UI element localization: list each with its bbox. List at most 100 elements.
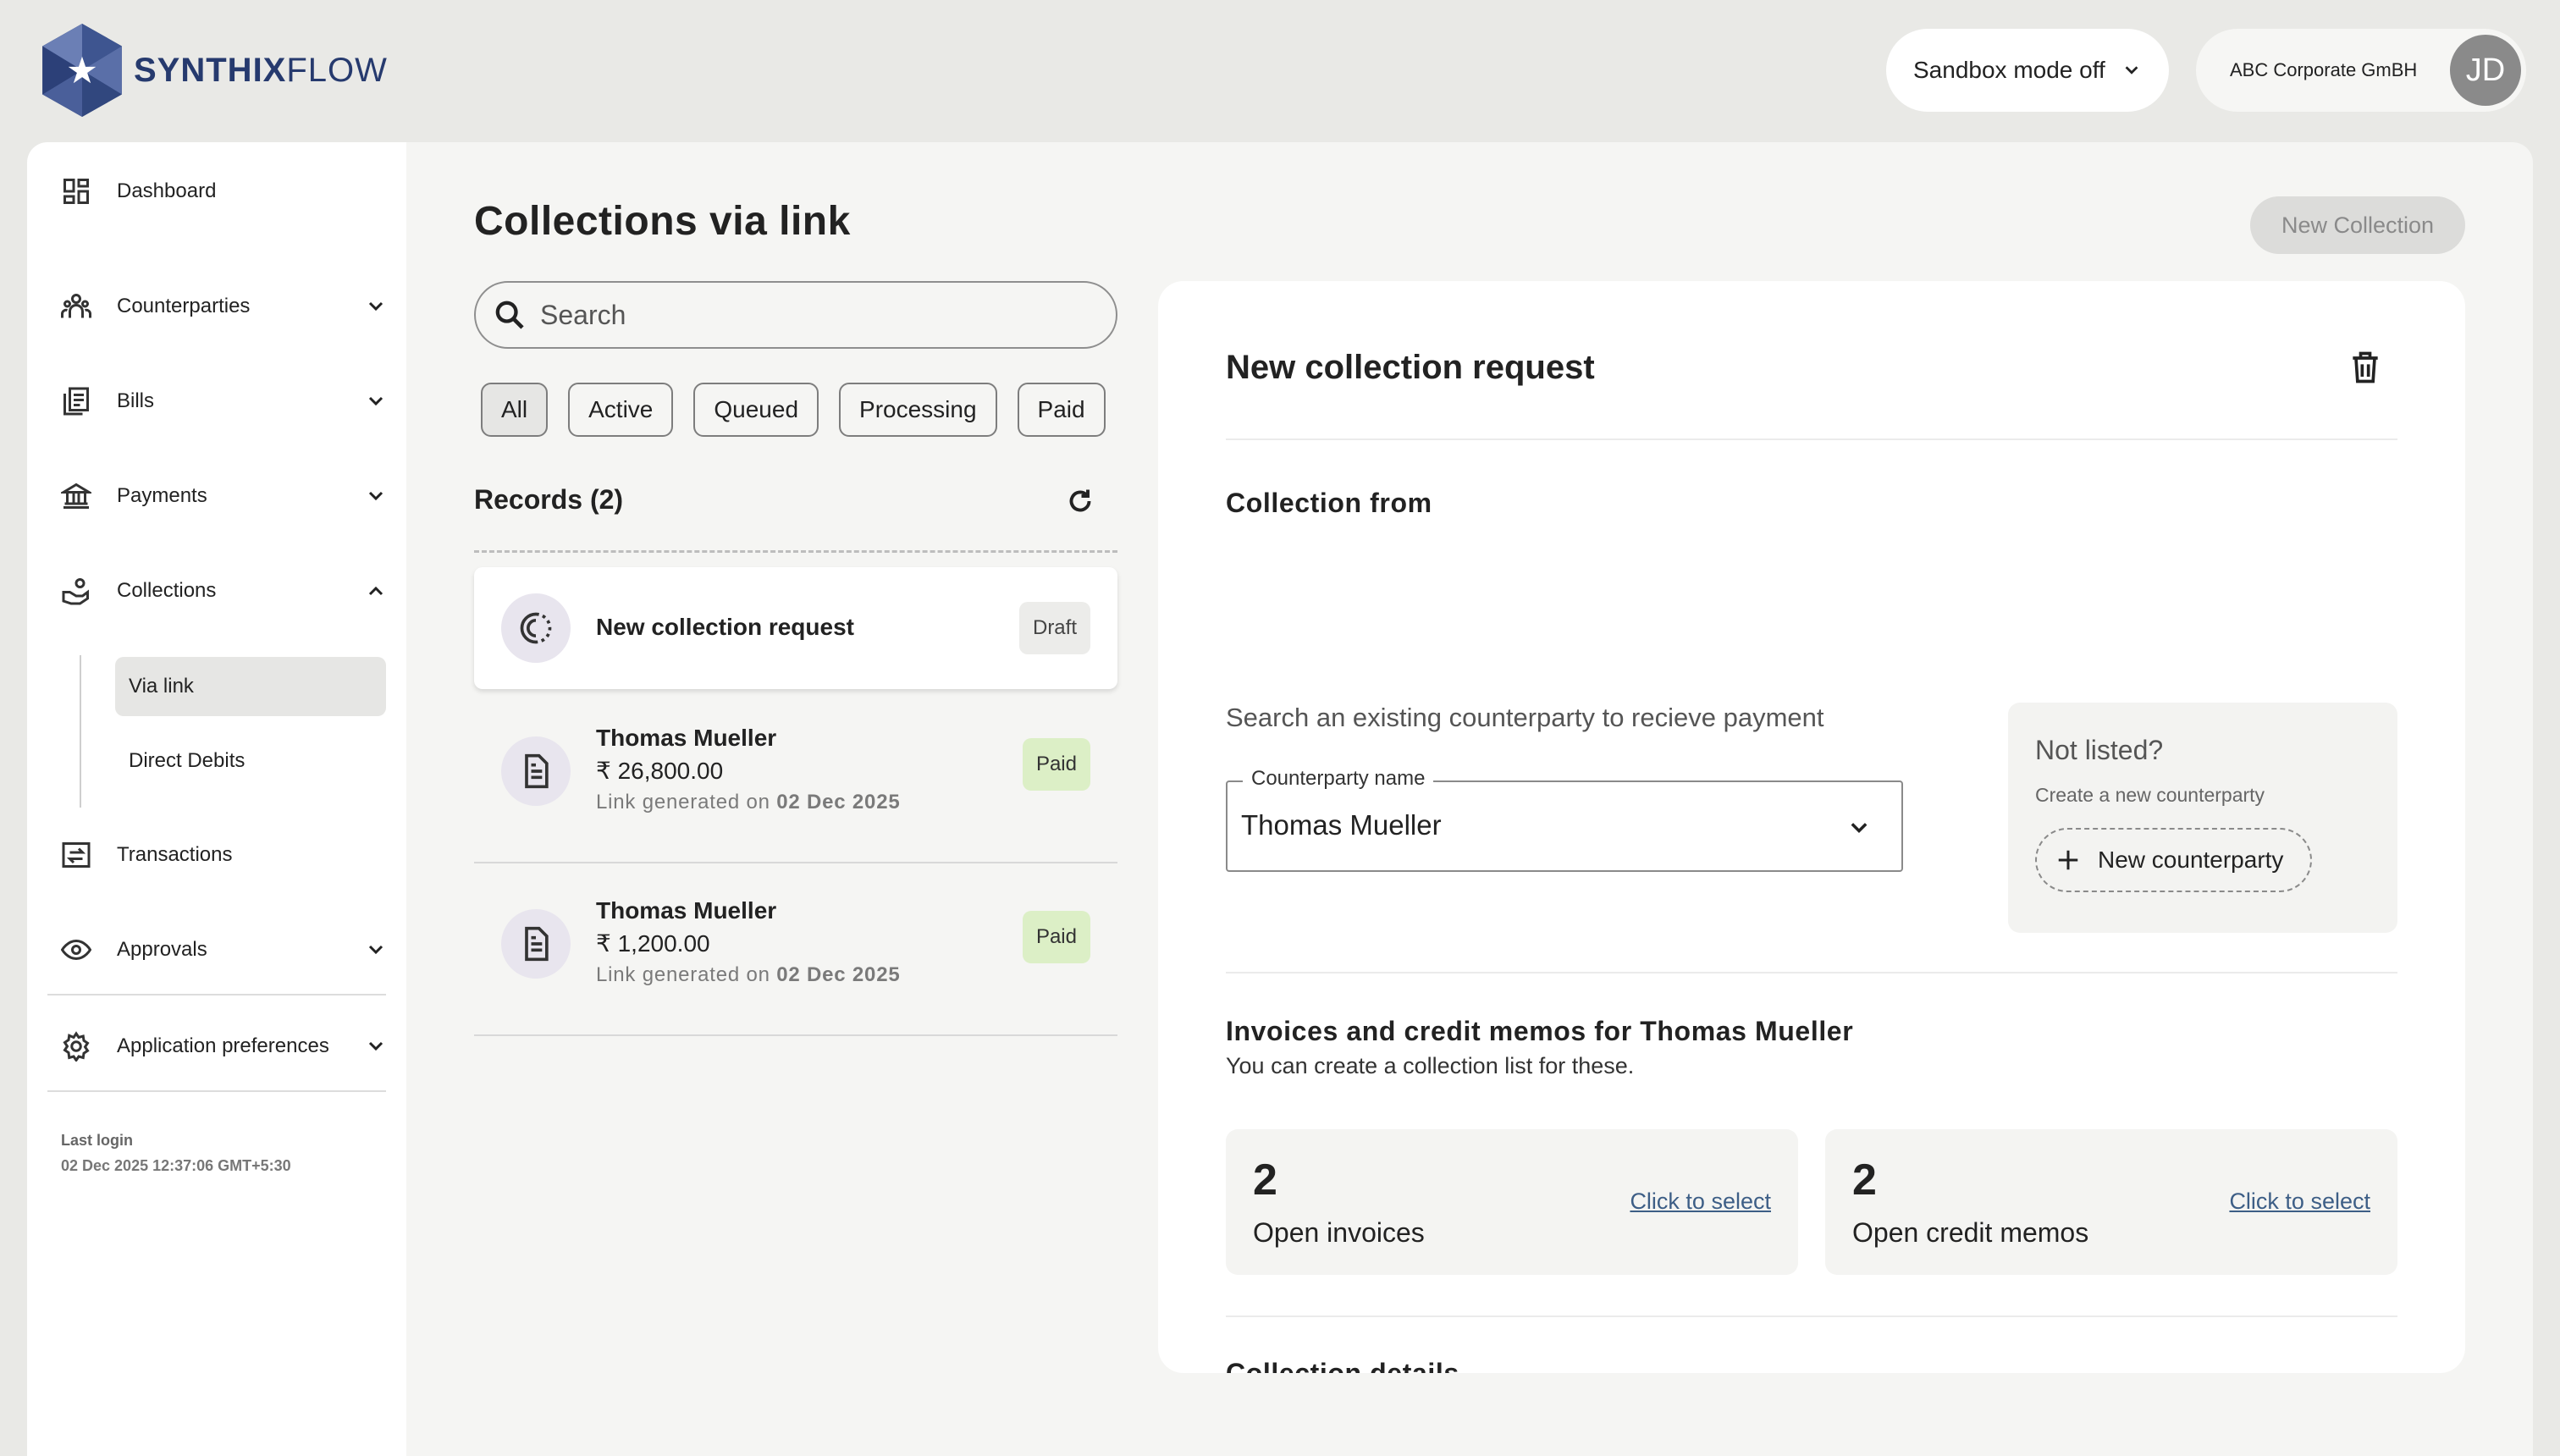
sidebar-item-label: Transactions <box>117 843 233 866</box>
counterparty-field-label: Counterparty name <box>1243 767 1434 791</box>
search-input[interactable] <box>540 299 1082 331</box>
section-divider <box>1226 438 2397 440</box>
select-credit-memos-link[interactable]: Click to select <box>2229 1189 2370 1215</box>
chevron-down-icon <box>368 491 383 501</box>
record-item[interactable]: Thomas Mueller ₹ 1,200.00 Link generated… <box>474 879 1117 1018</box>
record-status-icon <box>501 909 571 979</box>
sidebar-item-label: Counterparties <box>117 295 251 317</box>
chevron-down-icon <box>2125 66 2138 74</box>
sidebar-item-bills[interactable]: Bills <box>61 386 400 416</box>
sidebar-item-application-preferences[interactable]: Application preferences <box>61 1031 400 1062</box>
record-amount: ₹ 26,800.00 <box>596 758 724 784</box>
sandbox-mode-dropdown[interactable]: Sandbox mode off <box>1886 29 2169 112</box>
record-date: Link generated on 02 Dec 2025 <box>596 963 901 986</box>
filter-chip-all[interactable]: All <box>481 383 549 437</box>
refresh-icon[interactable] <box>1065 486 1095 516</box>
counterparty-select[interactable]: Counterparty name Thomas Mueller <box>1226 767 1903 872</box>
chevron-down-icon <box>368 945 383 955</box>
collection-from-title: Collection from <box>1226 488 1432 518</box>
record-amount: ₹ 1,200.00 <box>596 930 710 957</box>
sidebar-item-payments[interactable]: Payments <box>61 481 400 511</box>
chevron-up-icon <box>368 586 383 596</box>
search-icon <box>495 301 524 329</box>
new-collection-form: New collection request Collection from S… <box>1158 281 2465 1373</box>
record-name: Thomas Mueller <box>596 897 777 924</box>
chevron-down-icon <box>368 396 383 406</box>
logo-wordmark: SYNTHIXFLOW <box>134 51 388 89</box>
new-counterparty-label: New counterparty <box>2098 847 2284 873</box>
sidebar-item-label: Dashboard <box>117 179 217 202</box>
sidebar-item-counterparties[interactable]: Counterparties <box>61 291 400 322</box>
filter-chip-paid[interactable]: Paid <box>1017 383 1106 437</box>
record-separator <box>474 862 1117 863</box>
people-icon <box>61 294 91 318</box>
status-filter-chips: All Active Queued Processing Paid <box>481 383 1106 437</box>
search-box[interactable] <box>474 281 1117 349</box>
sidebar-item-label: Collections <box>117 579 217 602</box>
status-badge: Draft <box>1018 602 1090 654</box>
chevron-down-icon <box>368 1041 383 1051</box>
not-listed-subtitle: Create a new counterparty <box>2035 784 2265 806</box>
records-divider <box>474 550 1117 553</box>
chevron-down-icon <box>1851 823 1868 833</box>
new-counterparty-button[interactable]: New counterparty <box>2035 828 2313 892</box>
sandbox-mode-label: Sandbox mode off <box>1913 57 2105 83</box>
draft-progress-icon <box>520 612 552 644</box>
record-name: Thomas Mueller <box>596 725 777 751</box>
invoices-subtitle: You can create a collection list for the… <box>1226 1053 1635 1078</box>
app-logo[interactable]: SYNTHIXFLOW <box>39 22 388 119</box>
select-invoices-link[interactable]: Click to select <box>1630 1189 1771 1215</box>
sidebar-item-approvals[interactable]: Approvals <box>61 935 400 965</box>
document-icon <box>525 753 549 789</box>
sidebar-item-label: Bills <box>117 389 155 412</box>
status-badge: Paid <box>1022 738 1090 791</box>
last-login-label: Last login <box>61 1132 133 1149</box>
record-separator <box>474 1034 1117 1036</box>
record-status-icon <box>501 593 571 663</box>
sidebar-divider <box>47 994 386 995</box>
record-date: Link generated on 02 Dec 2025 <box>596 791 901 813</box>
gear-icon <box>63 1031 90 1062</box>
sidebar-item-dashboard[interactable]: Dashboard <box>61 176 400 207</box>
record-status-icon <box>501 736 571 806</box>
open-invoices-label: Open invoices <box>1253 1217 1425 1248</box>
sidebar-item-label: Application preferences <box>117 1034 329 1057</box>
bills-icon <box>63 387 89 416</box>
trash-icon[interactable] <box>2347 349 2384 386</box>
sidebar-subitem-label: Via link <box>129 675 194 698</box>
filter-chip-queued[interactable]: Queued <box>693 383 819 437</box>
record-item[interactable]: Thomas Mueller ₹ 26,800.00 Link generate… <box>474 706 1117 845</box>
records-title: Records (2) <box>474 484 624 515</box>
eye-icon <box>61 939 91 961</box>
sidebar-subitem-via-link[interactable]: Via link <box>115 657 386 716</box>
not-listed-title: Not listed? <box>2035 735 2164 765</box>
main-panel: Collections via link New Collection All … <box>406 142 2533 1456</box>
sidebar-item-label: Payments <box>117 484 207 507</box>
open-invoices-count: 2 <box>1253 1155 1277 1205</box>
open-credit-memos-tile: 2 Open credit memos Click to select <box>1825 1129 2397 1275</box>
chevron-down-icon <box>368 301 383 312</box>
status-badge: Paid <box>1022 911 1090 963</box>
sidebar-item-collections[interactable]: Collections <box>61 576 400 606</box>
document-icon <box>525 926 549 962</box>
record-item-draft[interactable]: New collection request Draft <box>474 567 1117 689</box>
not-listed-panel: Not listed? Create a new counterparty Ne… <box>2008 703 2397 933</box>
invoices-title: Invoices and credit memos for Thomas Mue… <box>1226 1016 1854 1046</box>
filter-chip-processing[interactable]: Processing <box>839 383 997 437</box>
counterparty-value: Thomas Mueller <box>1241 809 1442 841</box>
record-title: New collection request <box>596 614 854 640</box>
counterparty-search-hint: Search an existing counterparty to recie… <box>1226 703 1824 732</box>
sidebar-item-transactions[interactable]: Transactions <box>61 840 400 870</box>
section-divider <box>1226 1315 2397 1317</box>
organization-name: ABC Corporate GmBH <box>2230 59 2418 80</box>
last-login-info: Last login 02 Dec 2025 12:37:06 GMT+5:30 <box>61 1128 291 1178</box>
sidebar-subitem-direct-debits[interactable]: Direct Debits <box>115 731 386 791</box>
new-collection-button[interactable]: New Collection <box>2250 196 2465 254</box>
avatar[interactable]: JD <box>2450 35 2521 106</box>
filter-chip-active[interactable]: Active <box>568 383 674 437</box>
dashboard-icon <box>63 179 89 204</box>
account-menu[interactable]: ABC Corporate GmBH JD <box>2196 29 2526 112</box>
sidebar: Dashboard Counterparties Bills Payments … <box>27 142 406 1456</box>
section-divider <box>1226 972 2397 973</box>
collections-icon <box>62 578 89 605</box>
